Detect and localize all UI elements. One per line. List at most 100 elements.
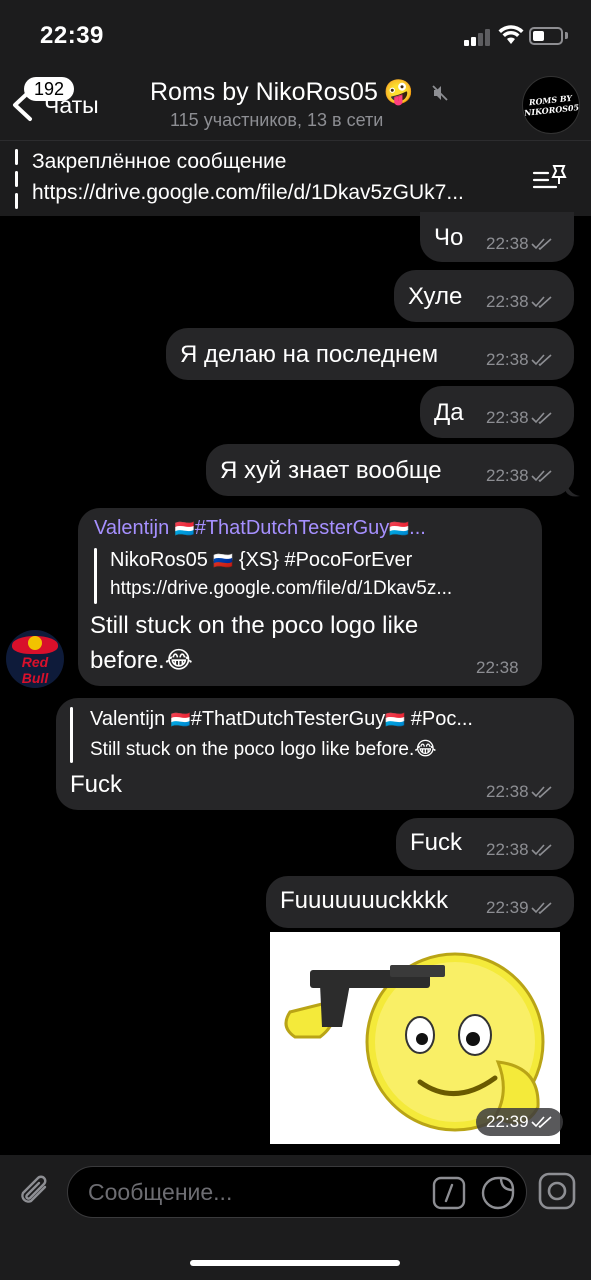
reply-header[interactable]: Valentijn 🇱🇺#ThatDutchTesterGuy🇱🇺 #Poc..… xyxy=(90,708,560,731)
message-time: 22:38 xyxy=(486,350,529,369)
message-time: 22:38 xyxy=(486,408,529,427)
read-checkmarks-icon xyxy=(530,902,552,915)
message-time: 22:39 xyxy=(486,898,529,917)
message-meta: 22:38 xyxy=(486,782,553,802)
pinned-title: Закреплённое сообщение xyxy=(32,150,287,173)
bubble-tail xyxy=(566,480,580,497)
cellular-signal-icon xyxy=(464,28,492,46)
message-bubble-outgoing[interactable]: Fuck 22:38 xyxy=(396,818,574,870)
message-text: Я делаю на последнем xyxy=(180,341,439,368)
reply-header[interactable]: NikoRos05 🇷🇺 {XS} #PocoForEver xyxy=(110,549,530,572)
message-text-line2-text: before. xyxy=(90,647,165,674)
reply-name: Valentijn xyxy=(90,708,166,730)
paperclip-icon[interactable] xyxy=(18,1173,52,1209)
reply-text: Still stuck on the poco logo like before… xyxy=(90,738,560,761)
muted-icon xyxy=(432,85,448,102)
message-bubble-outgoing[interactable]: Хуле 22:38 xyxy=(394,270,574,322)
sticker-time-badge: 22:39 xyxy=(476,1108,563,1136)
message-meta: 22:39 xyxy=(486,898,553,918)
reply-text-body: Still stuck on the poco logo like before… xyxy=(90,739,415,760)
reply-tag: #ThatDutchTesterGuy xyxy=(190,708,386,730)
sender-name-text: Valentijn xyxy=(94,517,170,539)
chat-subtitle: 115 участников, 13 в сети xyxy=(170,110,384,130)
message-time: 22:38 xyxy=(486,782,529,801)
message-bubble-outgoing[interactable]: Я хуй знает вообще 22:38 xyxy=(206,444,574,496)
reply-flag: 🇷🇺 xyxy=(213,553,234,570)
chat-header: Чаты 192 Roms by NikoRos05 🤪 115 участник… xyxy=(0,70,591,140)
battery-icon xyxy=(529,27,563,45)
message-composer xyxy=(0,1155,591,1280)
read-checkmarks-icon xyxy=(530,470,552,483)
read-checkmarks-icon xyxy=(530,1116,552,1129)
read-checkmarks-icon xyxy=(530,412,552,425)
message-bubble-outgoing[interactable]: Fuuuuuuuckkkk 22:39 xyxy=(266,876,574,928)
sender-avatar[interactable]: Red Bull xyxy=(6,630,64,688)
reply-flag-2: 🇱🇺 xyxy=(385,712,406,729)
bot-commands-icon[interactable] xyxy=(432,1176,466,1210)
message-bubble-outgoing[interactable]: Да 22:38 xyxy=(420,386,574,438)
sender-tag: #ThatDutchTesterGuy xyxy=(194,517,390,539)
message-time: 22:38 xyxy=(476,658,519,677)
chat-title[interactable]: Roms by NikoRos05 🤪 xyxy=(150,78,449,107)
unread-count-badge: 192 xyxy=(24,77,74,101)
message-meta: 22:38 xyxy=(486,350,553,370)
message-time: 22:38 xyxy=(486,234,529,253)
message-meta: 22:38 xyxy=(486,408,553,428)
pinned-text: https://drive.google.com/file/d/1Dkav5zG… xyxy=(32,181,464,204)
chat-avatar-text: ROMS BY NIKOROS05 xyxy=(523,92,580,118)
read-checkmarks-icon xyxy=(530,354,552,367)
message-text-line1: Still stuck on the poco logo like xyxy=(90,612,419,639)
reply-name: NikoRos05 xyxy=(110,549,208,571)
chat-title-text: Roms by NikoRos05 xyxy=(150,78,378,106)
avatar-sun-shape xyxy=(28,636,42,650)
wifi-icon xyxy=(498,25,524,44)
sticker-time: 22:39 xyxy=(486,1112,529,1131)
sender-flag: 🇱🇺 xyxy=(174,521,195,538)
read-checkmarks-icon xyxy=(530,844,552,857)
message-bubble-outgoing-reply[interactable]: Valentijn 🇱🇺#ThatDutchTesterGuy🇱🇺 #Poc..… xyxy=(56,698,574,810)
read-checkmarks-icon xyxy=(530,296,552,309)
message-meta: 22:38 xyxy=(486,840,553,860)
read-checkmarks-icon xyxy=(530,786,552,799)
camera-icon[interactable] xyxy=(538,1172,576,1210)
message-time: 22:38 xyxy=(486,840,529,859)
message-text-line2: before.😂 xyxy=(90,646,193,675)
home-indicator[interactable] xyxy=(190,1260,400,1266)
battery-tip xyxy=(565,32,568,39)
message-bubble-outgoing[interactable]: Чо 22:38 xyxy=(420,212,574,262)
reply-tag: {XS} #PocoForEver xyxy=(238,549,413,571)
message-text: Да xyxy=(434,399,464,426)
message-time: 22:38 xyxy=(486,466,529,485)
pinned-list-icon[interactable] xyxy=(532,163,568,193)
chat-avatar[interactable]: ROMS BY NIKOROS05 xyxy=(522,76,580,134)
message-meta: 22:38 xyxy=(486,234,553,254)
message-text: Я хуй знает вообще xyxy=(220,457,442,484)
status-bar: 22:39 xyxy=(0,0,591,70)
avatar-text: Red Bull xyxy=(21,654,49,686)
sender-flag-2: 🇱🇺 xyxy=(389,521,410,538)
message-time: 22:38 xyxy=(486,292,529,311)
message-bubble-outgoing[interactable]: Я делаю на последнем 22:38 xyxy=(166,328,574,380)
pinned-message-bar[interactable]: Закреплённое сообщение https://drive.goo… xyxy=(0,140,591,216)
message-meta: 22:38 xyxy=(486,292,553,312)
message-text: Fuuuuuuuckkkk xyxy=(280,887,449,914)
read-checkmarks-icon xyxy=(530,238,552,251)
message-text: Fuck xyxy=(70,771,123,798)
message-text: Хуле xyxy=(408,283,463,310)
reply-tag-2: #Poc... xyxy=(410,708,473,730)
sticker-icon[interactable] xyxy=(481,1176,515,1210)
chat-title-emoji: 🤪 xyxy=(383,79,414,106)
sender-name[interactable]: Valentijn 🇱🇺#ThatDutchTesterGuy🇱🇺... xyxy=(94,517,524,540)
reply-quote-line xyxy=(70,707,73,763)
message-input[interactable] xyxy=(88,1177,428,1207)
emoji-laugh: 😂 xyxy=(164,647,193,674)
status-time: 22:39 xyxy=(40,22,104,49)
message-meta: 22:38 xyxy=(486,466,553,486)
pinned-indicator xyxy=(15,149,18,209)
reply-flag: 🇱🇺 xyxy=(170,712,191,729)
reply-text: https://drive.google.com/file/d/1Dkav5z.… xyxy=(110,578,453,599)
message-bubble-incoming[interactable]: Valentijn 🇱🇺#ThatDutchTesterGuy🇱🇺... Nik… xyxy=(78,508,542,686)
message-text: Чо xyxy=(434,224,464,251)
emoji-laugh: 😂 xyxy=(414,739,437,760)
message-input-field[interactable] xyxy=(67,1166,527,1218)
